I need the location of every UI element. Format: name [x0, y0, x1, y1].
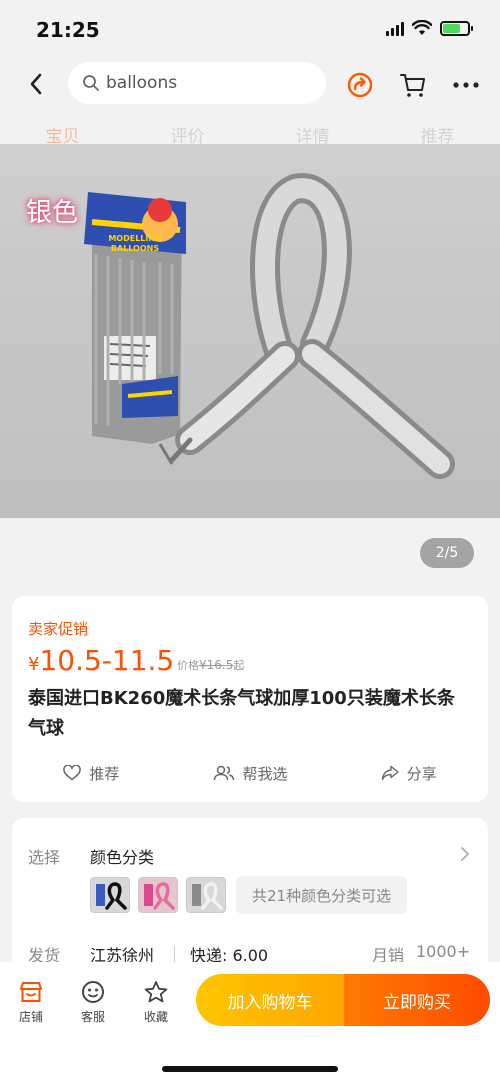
favorite-label: 收藏 — [143, 1010, 168, 1024]
cellular-signal-icon — [386, 20, 404, 36]
original-price: 价格¥16.5起 — [177, 657, 244, 673]
status-icons — [386, 20, 473, 36]
store-label: 店铺 — [18, 1010, 43, 1024]
help-choose-label: 帮我选 — [242, 764, 288, 783]
cart-icon — [400, 74, 425, 97]
favorite-button[interactable]: 收藏 — [131, 980, 181, 1025]
customer-service-button[interactable]: 客服 — [68, 980, 118, 1025]
status-bar: 21:25 — [0, 0, 500, 56]
battery-icon — [440, 20, 473, 36]
tab-recommend[interactable]: 推荐 — [421, 122, 455, 158]
cart-button[interactable] — [398, 70, 428, 100]
more-button[interactable] — [451, 70, 481, 100]
chevron-right-icon — [461, 847, 469, 861]
color-thumb-black[interactable] — [90, 877, 130, 913]
wifi-icon — [412, 20, 432, 35]
status-time: 21:25 — [36, 18, 100, 42]
top-nav: balloons — [0, 56, 500, 112]
price-range: 10.5-11.5 — [39, 644, 175, 677]
product-info-card: 卖家促销 ¥10.5-11.5 价格¥16.5起 泰国进口BK260魔术长条气球… — [12, 596, 488, 802]
tab-details[interactable]: 详情 — [296, 122, 330, 158]
share-icon — [381, 765, 399, 781]
orig-price-value: ¥16.5 — [199, 658, 234, 672]
users-icon — [213, 765, 234, 781]
image-page-indicator: 2/5 — [420, 538, 474, 568]
heart-icon — [63, 765, 82, 781]
image-overlay-label: 银色 — [26, 198, 79, 228]
tab-product[interactable]: 宝贝 — [46, 122, 80, 158]
orig-price-prefix: 价格 — [177, 659, 199, 672]
select-label: 选择 — [28, 848, 61, 867]
chevron-left-icon — [30, 73, 42, 95]
buy-now-button[interactable]: 立即购买 — [344, 974, 490, 1026]
search-query: balloons — [106, 73, 178, 93]
home-indicator — [162, 1066, 338, 1072]
section-tabs: 宝贝 评价 详情 推荐 — [0, 122, 500, 158]
help-choose-button[interactable]: 帮我选 — [171, 758, 330, 788]
more-dots-icon — [453, 82, 479, 88]
search-icon — [83, 75, 99, 91]
ship-divider — [174, 946, 175, 962]
promo-label: 卖家促销 — [28, 620, 89, 638]
package-brand: MODELLING BALLOONS — [108, 234, 162, 253]
star-icon — [144, 981, 168, 1003]
recommend-label: 推荐 — [89, 764, 120, 783]
balloon-thumb-pink — [144, 882, 175, 910]
back-button[interactable] — [22, 70, 50, 98]
select-value: 颜色分类 — [90, 848, 155, 867]
bottom-bar: 店铺 客服 收藏 加入购物车 立即购买 — [0, 962, 500, 1082]
store-icon — [20, 982, 42, 1002]
spec-card[interactable]: 选择 颜色分类 共21种颜色分类可选 发货 江苏徐州 快递: 6.00 月销 1… — [12, 818, 488, 978]
color-thumb-silver[interactable] — [186, 877, 226, 913]
color-thumb-pink[interactable] — [138, 877, 178, 913]
share-circle-button[interactable] — [345, 70, 375, 100]
balloon-thumb-silver — [192, 882, 223, 910]
color-thumbnails: 共21种颜色分类可选 — [90, 876, 408, 914]
price: ¥10.5-11.5 — [28, 644, 174, 677]
product-actions: 推荐 帮我选 分享 — [12, 758, 488, 788]
add-to-cart-button[interactable]: 加入购物车 — [196, 974, 344, 1026]
search-input[interactable]: balloons — [68, 62, 326, 104]
tab-reviews[interactable]: 评价 — [171, 122, 205, 158]
currency-symbol: ¥ — [28, 654, 40, 675]
recommend-button[interactable]: 推荐 — [12, 758, 171, 788]
store-button[interactable]: 店铺 — [6, 980, 56, 1025]
service-label: 客服 — [80, 1010, 105, 1024]
share-button[interactable]: 分享 — [329, 758, 488, 788]
product-title: 泰国进口BK260魔术长条气球加厚100只装魔术长条气球 — [28, 688, 455, 739]
orig-price-suffix: 起 — [233, 659, 245, 672]
balloon-thumb-black — [96, 882, 127, 910]
chat-face-icon — [82, 981, 104, 1003]
share-label: 分享 — [406, 764, 437, 783]
more-colors-button[interactable]: 共21种颜色分类可选 — [236, 876, 408, 914]
share-arrow-icon — [347, 72, 373, 98]
sales-value: 1000+ — [416, 942, 471, 961]
